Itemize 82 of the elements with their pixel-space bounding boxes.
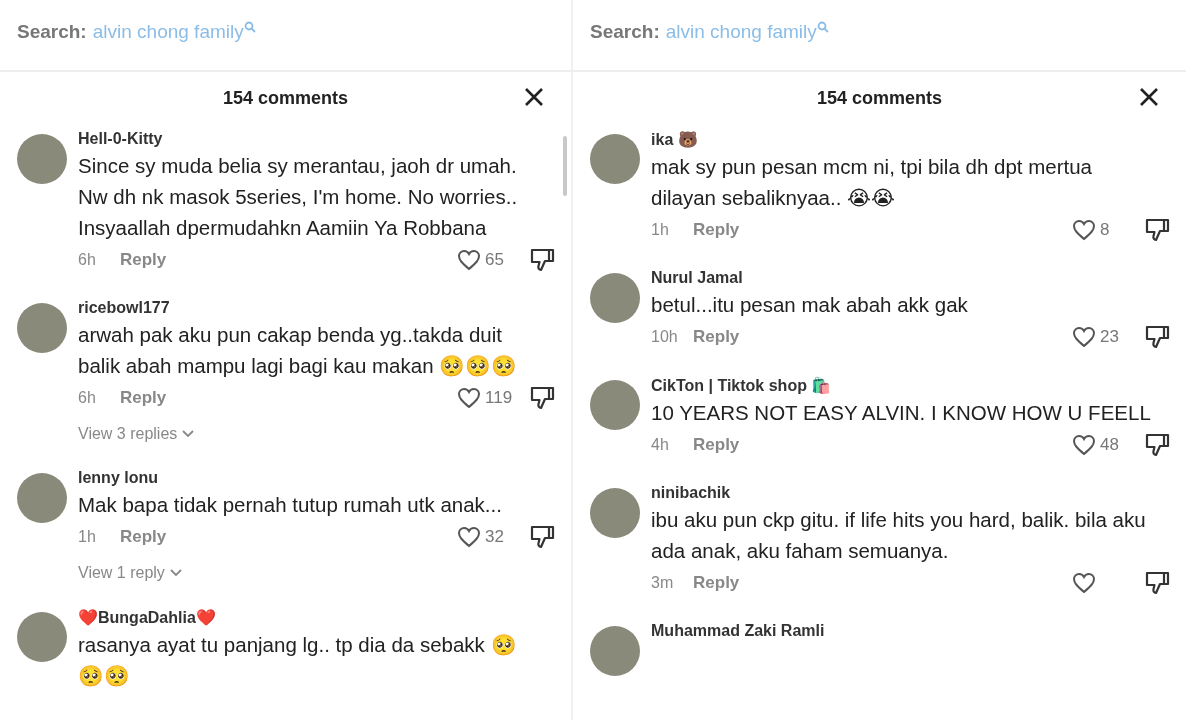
close-button[interactable] — [523, 86, 546, 108]
username[interactable]: ❤BungaDahlia❤ — [78, 608, 556, 627]
like-count: 8 — [1100, 220, 1111, 240]
heart-icon — [457, 526, 482, 548]
comment-text: mak sy pun pesan mcm ni, tpi bila dh dpt mertua dilayan sebaliknyaa.. 😭😭 — [651, 154, 1093, 211]
comments-title: 154 comments — [817, 87, 943, 109]
avatar-placeholder[interactable] — [17, 612, 67, 662]
like-count: 48 — [1100, 435, 1120, 455]
like-count: 119 — [485, 388, 514, 408]
chevron-down-icon — [168, 568, 183, 578]
comment-text: Mak bapa tidak pernah tutup rumah utk anak... — [78, 492, 503, 518]
avatar-placeholder[interactable] — [590, 134, 641, 184]
dislike-button[interactable] — [529, 385, 556, 411]
like-button[interactable] — [457, 249, 482, 271]
dislike-button[interactable] — [529, 524, 556, 550]
dislike-button[interactable] — [1144, 217, 1170, 243]
avatar-placeholder[interactable] — [590, 380, 641, 430]
reply-link[interactable]: Reply — [120, 388, 167, 408]
comment-text: Since sy muda belia sy merantau, jaoh dr umah. Nw dh nk masok 5series, I'm home. No worries.. Insyaallah dpermudahkn Aamiin Ya Robbana — [78, 153, 519, 241]
heart-icon — [1072, 326, 1096, 348]
comment-time: 1h — [651, 221, 670, 239]
comment-text: rasanya ayat tu panjang lg.. tp dia da sebakk 🥺 🥺🥺 — [78, 632, 518, 689]
heart-icon — [1072, 434, 1096, 456]
comment-time: 3m — [651, 574, 675, 592]
search-icon — [816, 21, 829, 33]
comment-text: 10 YEARS NOT EASY ALVIN. I KNOW HOW U FEELL — [651, 400, 1152, 426]
like-count: 23 — [1100, 327, 1120, 347]
like-button[interactable] — [457, 526, 482, 548]
username[interactable]: ika 🐻 — [651, 130, 1170, 149]
reply-link[interactable]: Reply — [120, 250, 167, 270]
username[interactable]: Hell-0-Kitty — [78, 130, 556, 148]
scrollbar[interactable] — [563, 136, 568, 196]
search-label: Search: — [17, 21, 87, 43]
reply-link[interactable]: Reply — [693, 573, 740, 593]
username[interactable]: ninibachik — [651, 484, 1170, 502]
like-button[interactable] — [1072, 434, 1096, 456]
comment-time: 4h — [651, 436, 670, 454]
view-replies-button[interactable]: View 3 replies — [78, 425, 196, 443]
dislike-button[interactable] — [529, 247, 556, 273]
dislike-button[interactable] — [1144, 432, 1170, 458]
avatar-placeholder[interactable] — [17, 134, 67, 184]
reply-link[interactable]: Reply — [120, 527, 167, 547]
heart-icon — [457, 249, 482, 271]
dislike-button[interactable] — [1144, 324, 1170, 350]
username[interactable]: lenny lonu — [78, 469, 556, 487]
like-button[interactable] — [457, 387, 482, 409]
comment-text: ibu aku pun ckp gitu. if life hits you hard, balik. bila aku ada anak, aku faham semuanya. — [651, 507, 1147, 564]
search-label: Search: — [590, 21, 660, 43]
avatar-placeholder[interactable] — [17, 303, 67, 353]
avatar-placeholder[interactable] — [17, 473, 67, 523]
like-button[interactable] — [1072, 572, 1096, 594]
username[interactable]: Muhammad Zaki Ramli — [651, 622, 1170, 640]
reply-link[interactable]: Reply — [693, 327, 740, 347]
avatar-placeholder[interactable] — [590, 488, 641, 538]
comment-time: 1h — [78, 528, 97, 546]
comment-time: 6h — [78, 251, 97, 269]
search-query[interactable]: alvin chong family — [665, 21, 817, 43]
comment-text: arwah pak aku pun cakap benda yg..takda duit balik abah mampu lagi bagi kau makan 🥺🥺🥺 — [78, 322, 519, 379]
avatar-placeholder[interactable] — [590, 273, 641, 323]
heart-icon — [1072, 572, 1096, 594]
heart-icon — [1072, 219, 1096, 241]
username[interactable]: CikTon | Tiktok shop 🛍 — [651, 376, 1170, 395]
username[interactable]: ricebowl177 — [78, 299, 556, 317]
chevron-down-icon — [181, 429, 196, 439]
username[interactable]: Nurul Jamal — [651, 269, 1170, 287]
dislike-button[interactable] — [1144, 570, 1170, 596]
like-button[interactable] — [1072, 219, 1096, 241]
heart-icon — [457, 387, 482, 409]
reply-link[interactable]: Reply — [693, 220, 740, 240]
like-count: 65 — [485, 250, 505, 270]
view-replies-button[interactable]: View 1 reply — [78, 564, 183, 582]
like-button[interactable] — [1072, 326, 1096, 348]
avatar-placeholder[interactable] — [590, 626, 641, 676]
search-query[interactable]: alvin chong family — [92, 21, 244, 43]
like-count: 32 — [485, 527, 505, 547]
search-icon — [243, 21, 256, 33]
comments-title: 154 comments — [223, 87, 349, 109]
comment-time: 6h — [78, 389, 97, 407]
close-button[interactable] — [1138, 86, 1160, 108]
reply-link[interactable]: Reply — [693, 435, 740, 455]
comment-time: 10h — [651, 328, 679, 346]
comment-text: betul...itu pesan mak abah akk gak — [651, 292, 969, 318]
